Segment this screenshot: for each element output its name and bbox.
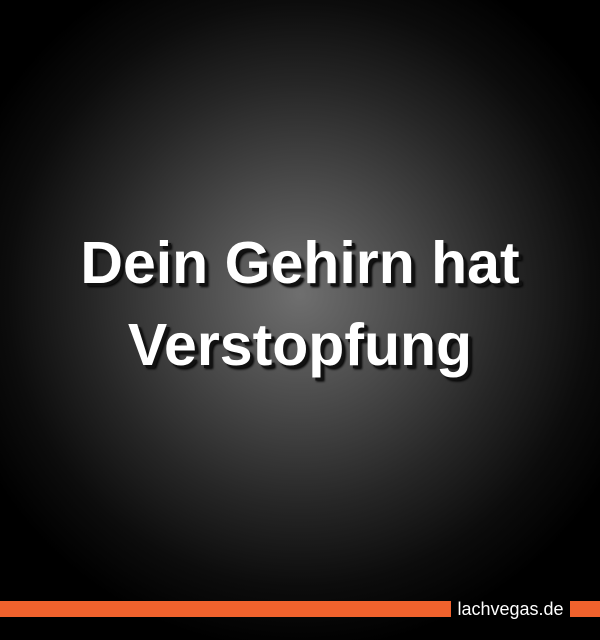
meme-card: Dein Gehirn hat Verstopfung lachvegas.de xyxy=(0,0,600,640)
brand-label: lachvegas.de xyxy=(457,599,564,619)
footer-accent-bar-right xyxy=(570,601,600,617)
headline-line-1: Dein Gehirn hat xyxy=(80,230,520,296)
footer-accent-bar-left xyxy=(0,601,451,617)
headline-line-2: Verstopfung xyxy=(127,312,473,378)
headline: Dein Gehirn hat Verstopfung xyxy=(0,222,600,386)
